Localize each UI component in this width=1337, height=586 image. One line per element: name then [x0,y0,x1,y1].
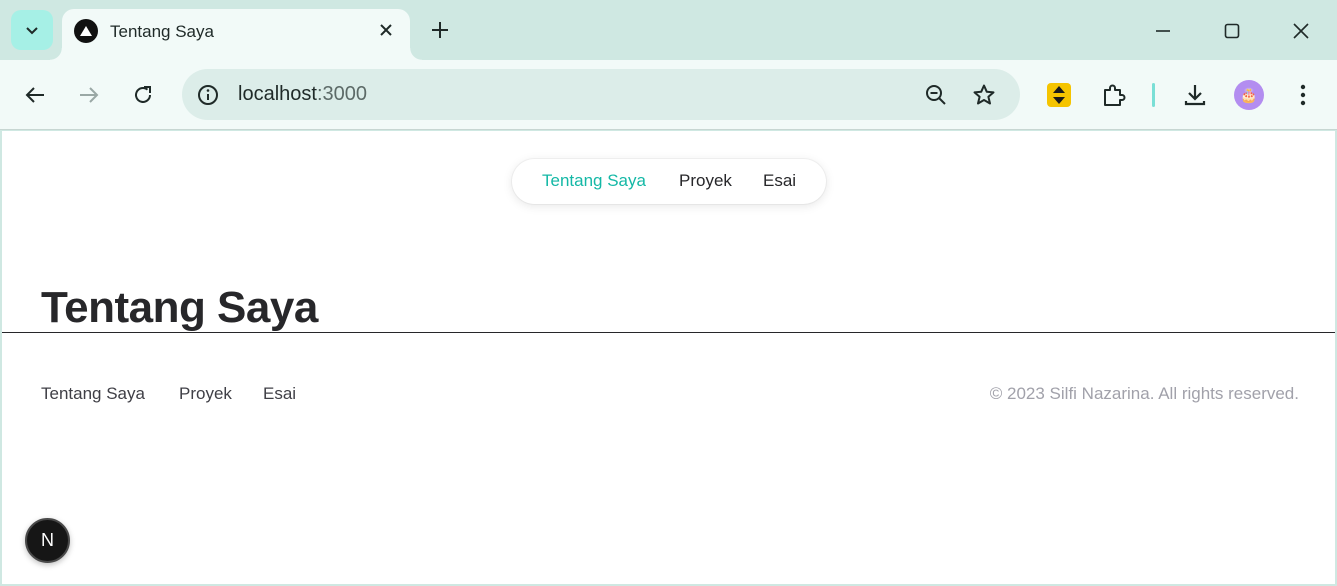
extensions-button[interactable] [1099,80,1129,110]
nav-link-proyek[interactable]: Proyek [679,171,732,191]
copyright-text: © 2023 Silfi Nazarina. All rights reserv… [989,384,1299,403]
top-nav: Tentang Saya Proyek Esai [512,159,826,204]
footer-link-esai[interactable]: Esai [263,384,296,404]
active-tab[interactable]: Tentang Saya [50,9,422,60]
forward-button[interactable] [74,80,104,110]
url-port: :3000 [316,83,367,105]
star-icon [973,84,995,105]
nav-link-esai[interactable]: Esai [763,171,796,191]
arrow-left-icon [25,87,44,103]
zoom-button[interactable] [922,81,950,109]
window-border-left [0,130,2,586]
back-button[interactable] [20,80,50,110]
url-text[interactable]: localhost:3000 [238,83,367,106]
extension-sorter-button[interactable] [1044,80,1074,110]
avatar-emoji: 🎂 [1240,86,1258,103]
minimize-button[interactable] [1148,16,1178,46]
arrow-right-icon [80,87,99,103]
page-title: Tentang Saya [41,283,318,332]
minimize-icon [1156,30,1170,32]
footer-link-tentang-saya[interactable]: Tentang Saya [41,384,145,404]
close-icon [380,24,392,36]
toolbar-separator [1152,83,1155,107]
sort-arrows-icon [1047,83,1071,107]
browser-toolbar: localhost:3000 🎂 [0,60,1337,130]
address-bar[interactable]: localhost:3000 [182,69,1020,120]
close-tab-button[interactable] [374,18,398,42]
browser-menu-button[interactable] [1288,80,1318,110]
nextjs-logo-letter: N [41,530,54,550]
tab-search-button[interactable] [11,10,53,50]
reload-button[interactable] [128,80,158,110]
maximize-button[interactable] [1217,16,1247,46]
zoom-out-icon [926,85,946,105]
downloads-button[interactable] [1180,80,1210,110]
tab-strip: Tentang Saya [0,0,1337,60]
page-viewport: Tentang Saya Proyek Esai Tentang Saya Te… [2,131,1335,584]
maximize-icon [1224,23,1240,39]
reload-icon [135,86,151,103]
info-icon [198,85,218,105]
close-window-button[interactable] [1286,16,1316,46]
bookmark-button[interactable] [970,81,998,109]
new-tab-button[interactable] [426,16,454,44]
site-info-button[interactable] [194,81,222,109]
close-icon [1293,23,1309,39]
url-host: localhost [238,83,317,105]
puzzle-icon [1104,84,1126,106]
nav-link-tentang-saya[interactable]: Tentang Saya [542,171,646,191]
footer-link-proyek[interactable]: Proyek [179,384,232,404]
plus-icon [432,22,448,38]
triangle-icon [74,19,98,43]
footer-divider [2,332,1335,333]
tab-title: Tentang Saya [110,22,214,41]
nextjs-dev-indicator[interactable]: N [25,518,70,563]
more-vert-icon [1300,84,1306,106]
chevron-down-icon [26,27,38,35]
profile-avatar[interactable]: 🎂 [1234,80,1264,110]
download-icon [1184,85,1206,106]
